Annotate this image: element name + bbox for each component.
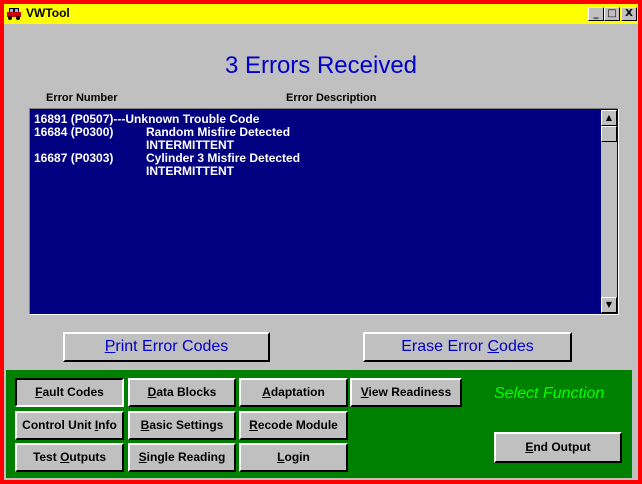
- label-post: ault Codes: [42, 385, 104, 399]
- control-unit-info-button[interactable]: Control Unit Info: [15, 411, 124, 440]
- print-label-key: P: [104, 338, 116, 355]
- label-post: asic Settings: [149, 418, 224, 432]
- label-post: ata Blocks: [156, 385, 217, 399]
- error-panel: 3 Errors Received Error Number Error Des…: [8, 26, 634, 370]
- erase-label-pre: Erase Error: [401, 338, 488, 355]
- list-item[interactable]: 16687 (P0303) Cylinder 3 Misfire Detected: [34, 151, 300, 165]
- title-bar[interactable]: VWTool _ □ X: [4, 4, 638, 24]
- close-button[interactable]: X: [621, 7, 637, 21]
- print-label-post: rint Error Codes: [115, 338, 229, 355]
- error-number: 16687 (P0303): [34, 151, 114, 165]
- label-post: ecode Module: [257, 418, 338, 432]
- label-pre: Test: [32, 450, 61, 464]
- scroll-up-icon[interactable]: ▲: [601, 110, 617, 126]
- select-function-label: Select Function: [494, 385, 605, 402]
- label-key: A: [262, 385, 271, 399]
- label-post: daptation: [270, 385, 325, 399]
- error-number: 16891 (P0507): [34, 112, 114, 126]
- list-item[interactable]: 16684 (P0300) Random Misfire Detected: [34, 125, 290, 139]
- label-key: R: [249, 418, 258, 432]
- label-key: B: [140, 418, 150, 432]
- print-error-codes-button[interactable]: Print Error Codes: [63, 332, 270, 362]
- vertical-scrollbar[interactable]: ▲ ▼: [601, 110, 617, 313]
- error-list-content: 16891 (P0507)---Unknown Trouble Code 166…: [32, 111, 601, 312]
- label-key: F: [35, 385, 43, 399]
- window-title: VWTool: [26, 6, 70, 20]
- column-header-error-description: Error Description: [286, 92, 377, 104]
- basic-settings-button[interactable]: Basic Settings: [128, 411, 236, 440]
- error-description: ---Unknown Trouble Code: [113, 112, 260, 126]
- erase-error-codes-button[interactable]: Erase Error Codes: [363, 332, 572, 362]
- page-title: 3 Errors Received: [224, 52, 418, 79]
- label-post: utputs: [69, 450, 107, 464]
- error-list[interactable]: 16891 (P0507)---Unknown Trouble Code 166…: [29, 108, 619, 315]
- data-blocks-button[interactable]: Data Blocks: [128, 378, 236, 407]
- error-number: 16684 (P0300): [34, 125, 114, 139]
- minimize-button[interactable]: _: [588, 7, 604, 21]
- label-key: S: [138, 450, 147, 464]
- login-button[interactable]: Login: [239, 443, 348, 472]
- recode-module-button[interactable]: Recode Module: [239, 411, 348, 440]
- erase-label-post: odes: [499, 338, 534, 355]
- view-readiness-button[interactable]: View Readiness: [350, 378, 462, 407]
- maximize-button[interactable]: □: [604, 7, 620, 21]
- label-post: nd Output: [533, 440, 591, 454]
- car-icon: [7, 8, 21, 20]
- label-post: nfo: [98, 418, 117, 432]
- label-post: iew Readiness: [368, 385, 452, 399]
- label-post: ogin: [284, 450, 310, 464]
- function-panel: Fault Codes Data Blocks Adaptation View …: [6, 370, 632, 478]
- label-key: V: [360, 385, 369, 399]
- test-outputs-button[interactable]: Test Outputs: [15, 443, 124, 472]
- label-post: ingle Reading: [146, 450, 226, 464]
- scroll-thumb[interactable]: [601, 126, 617, 142]
- label-pre: Control Unit: [22, 418, 95, 432]
- single-reading-button[interactable]: Single Reading: [128, 443, 236, 472]
- adaptation-button[interactable]: Adaptation: [239, 378, 348, 407]
- erase-label-key: C: [487, 338, 500, 355]
- label-key: L: [277, 450, 285, 464]
- scroll-down-icon[interactable]: ▼: [601, 297, 617, 313]
- column-header-error-number: Error Number: [46, 92, 118, 104]
- end-output-button[interactable]: End Output: [494, 432, 622, 463]
- label-key: O: [60, 450, 70, 464]
- label-key: D: [147, 385, 157, 399]
- fault-codes-button[interactable]: Fault Codes: [15, 378, 124, 407]
- error-description: INTERMITTENT: [146, 164, 234, 178]
